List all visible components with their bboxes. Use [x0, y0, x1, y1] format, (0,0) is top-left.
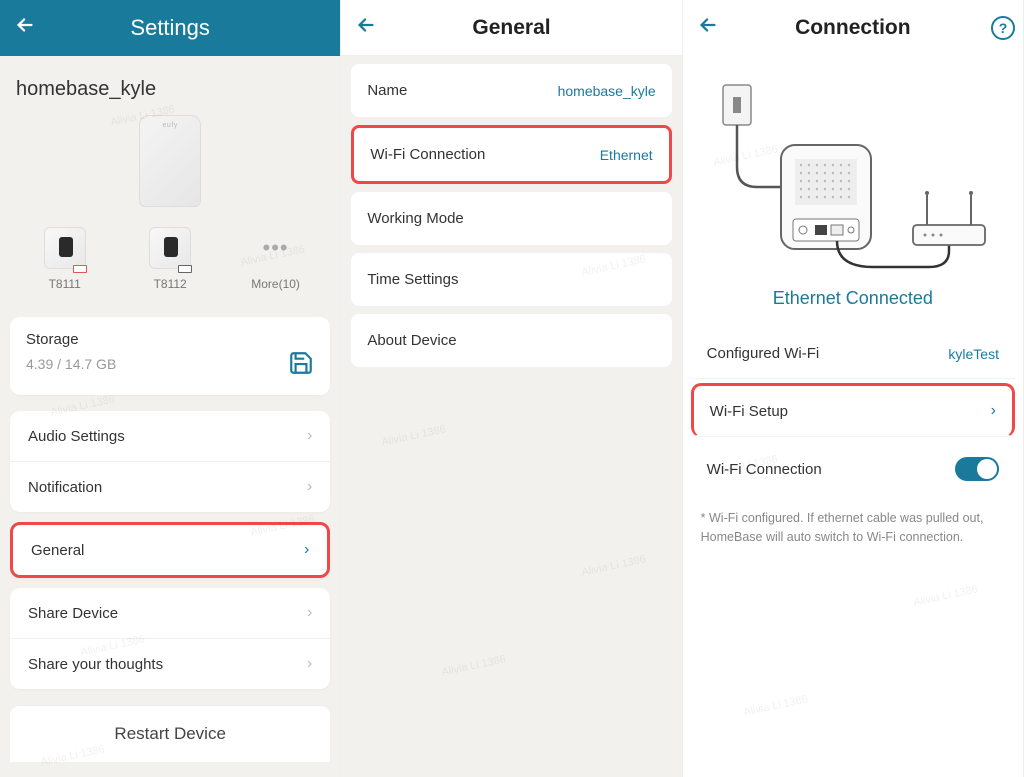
row-label: Working Mode: [367, 210, 463, 227]
camera-icon: [149, 227, 191, 269]
settings-list-1: Audio Settings › Notification ›: [10, 411, 330, 512]
row-audio-settings[interactable]: Audio Settings ›: [10, 411, 330, 461]
camera-icon: [44, 227, 86, 269]
device-name: homebase_kyle: [0, 56, 340, 107]
chevron-right-icon: ›: [304, 541, 309, 559]
homebase-image: [139, 115, 201, 207]
row-value: Ethernet: [600, 147, 653, 163]
settings-list-2: Share Device › Share your thoughts ›: [10, 588, 330, 689]
watermark: Alivia Li 1386: [742, 693, 809, 718]
page-title: General: [472, 16, 550, 40]
wifi-footnote: * Wi-Fi configured. If ethernet cable wa…: [683, 497, 1023, 559]
row-label: General: [31, 542, 84, 559]
row-wifi-toggle[interactable]: Wi-Fi Connection: [691, 441, 1015, 497]
row-label: Configured Wi-Fi: [707, 345, 820, 362]
row-name[interactable]: Name homebase_kyle: [351, 64, 671, 117]
restart-device-button[interactable]: Restart Device: [10, 705, 330, 762]
storage-value: 4.39 / 14.7 GB: [26, 356, 116, 372]
row-share-thoughts[interactable]: Share your thoughts ›: [10, 638, 330, 689]
chevron-right-icon: ›: [307, 478, 312, 496]
back-icon[interactable]: [355, 14, 377, 42]
more-icon: •••: [255, 227, 297, 269]
row-label: Time Settings: [367, 271, 458, 288]
chevron-right-icon: ›: [307, 604, 312, 622]
back-icon[interactable]: [14, 14, 36, 42]
chevron-right-icon: ›: [991, 402, 996, 420]
row-label: Audio Settings: [28, 428, 125, 445]
page-title: Settings: [130, 15, 210, 41]
save-disk-icon: [288, 350, 314, 381]
row-label: About Device: [367, 332, 456, 349]
row-label: Wi-Fi Connection: [707, 461, 822, 478]
page-title: Connection: [795, 16, 911, 40]
device-t8111[interactable]: T8111: [20, 227, 110, 291]
settings-header: Settings: [0, 0, 340, 56]
row-notification[interactable]: Notification ›: [10, 461, 330, 512]
connection-status: Ethernet Connected: [683, 288, 1023, 323]
row-time-settings[interactable]: Time Settings: [351, 253, 671, 306]
row-label: Share Device: [28, 605, 118, 622]
row-label: Notification: [28, 479, 102, 496]
chevron-right-icon: ›: [307, 427, 312, 445]
settings-panel: Settings homebase_kyle T8111 T8112 ••• M…: [0, 0, 341, 777]
wifi-toggle[interactable]: [955, 457, 999, 481]
connection-panel: Connection ?: [683, 0, 1024, 777]
row-value: homebase_kyle: [558, 83, 656, 99]
device-label: T8111: [49, 277, 81, 291]
more-label: More(10): [251, 277, 300, 291]
device-hero: [0, 115, 340, 207]
connection-header: Connection ?: [683, 0, 1023, 56]
row-working-mode[interactable]: Working Mode: [351, 192, 671, 245]
back-icon[interactable]: [697, 14, 719, 42]
device-t8112[interactable]: T8112: [125, 227, 215, 291]
row-wifi-connection[interactable]: Wi-Fi Connection Ethernet: [351, 125, 671, 184]
row-label: Wi-Fi Setup: [710, 403, 788, 420]
row-value: kyleTest: [948, 346, 999, 362]
row-label: Name: [367, 82, 407, 99]
row-configured-wifi[interactable]: Configured Wi-Fi kyleTest: [691, 329, 1015, 379]
row-share-device[interactable]: Share Device ›: [10, 588, 330, 638]
row-label: Share your thoughts: [28, 656, 163, 673]
help-icon[interactable]: ?: [991, 16, 1015, 40]
connection-diagram: [683, 56, 1023, 288]
device-label: T8112: [154, 277, 187, 291]
chevron-right-icon: ›: [307, 655, 312, 673]
watermark: Alivia Li 1386: [912, 583, 979, 608]
row-label: Wi-Fi Connection: [370, 146, 485, 163]
row-about-device[interactable]: About Device: [351, 314, 671, 367]
storage-title: Storage: [26, 331, 314, 348]
row-general[interactable]: General ›: [10, 522, 330, 578]
sub-device-row: T8111 T8112 ••• More(10): [0, 219, 340, 309]
general-panel: General Name homebase_kyle Wi-Fi Connect…: [341, 0, 682, 777]
row-wifi-setup[interactable]: Wi-Fi Setup ›: [691, 383, 1015, 437]
general-header: General: [341, 0, 681, 56]
device-more[interactable]: ••• More(10): [231, 227, 321, 291]
storage-card[interactable]: Storage 4.39 / 14.7 GB: [10, 317, 330, 395]
